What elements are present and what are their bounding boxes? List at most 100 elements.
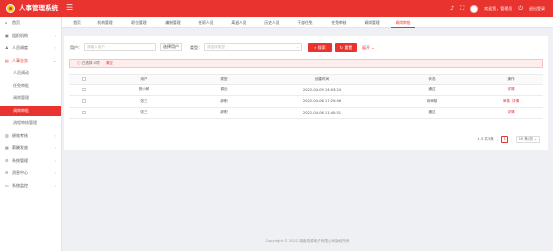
- detail-link[interactable]: 详情: [507, 87, 514, 91]
- sidebar-item-home[interactable]: ⌂ 首页: [0, 18, 61, 29]
- row-select-cell[interactable]: [69, 95, 99, 108]
- sidebar-item-workflow[interactable]: 流程审核管理: [0, 118, 61, 129]
- reset-button[interactable]: ↻ 重置: [335, 42, 357, 52]
- column-header-user: 用户: [99, 74, 189, 85]
- type-select[interactable]: 请选择类型 ⌄: [204, 43, 302, 51]
- review-link[interactable]: 审核: [503, 99, 510, 103]
- page-number-current[interactable]: 1: [501, 136, 509, 143]
- sidebar-item-label: 人员调度: [12, 45, 28, 50]
- table-row: 张三 辞职 2022-04-06 17:29:46 待审核 审核 详情: [69, 95, 543, 108]
- type-select-placeholder: 请选择类型: [207, 45, 225, 49]
- detail-link[interactable]: 详情: [512, 99, 519, 103]
- logout-button[interactable]: 退出登录: [529, 6, 545, 12]
- column-header-status: 状态: [385, 74, 479, 85]
- tab-position-management[interactable]: 职位管理: [128, 17, 150, 28]
- approval-table: 用户 类型 创建时间 状态 操作 测小郎 调出 2022-04-09 14:03…: [69, 74, 543, 119]
- sidebar-item-label: 系统监控: [12, 182, 28, 188]
- welcome-text[interactable]: 欢迎您，管理员: [484, 6, 512, 12]
- chart-icon: ▥: [5, 132, 9, 138]
- search-button-label: 搜索: [317, 44, 326, 50]
- tab-history-staff[interactable]: 历史人员: [261, 17, 283, 28]
- monitor-icon: ▭: [5, 182, 9, 188]
- sidebar-item-label: 消息中心: [12, 170, 28, 175]
- table-row: 测小郎 调出 2022-04-09 14:03:24 通过 详情: [69, 84, 543, 96]
- search-icon: ⌕: [314, 44, 317, 50]
- chevron-right-icon: ›: [54, 46, 56, 50]
- select-user-button[interactable]: 选择用户: [160, 43, 182, 51]
- sidebar-item-appointment-approval[interactable]: 任免审批: [0, 81, 61, 92]
- search-button[interactable]: ⌕ 搜索: [308, 42, 332, 52]
- main-panel: 用户： 请输入用户 选择用户 类型： 请选择类型 ⌄ ⌕ 搜索 ↻ 重置 展开 …: [64, 36, 548, 150]
- message-icon: ✉: [5, 170, 9, 175]
- row-checkbox[interactable]: [82, 99, 86, 103]
- sidebar-item-performance[interactable]: ▥ 绩效考核 ›: [0, 131, 61, 142]
- select-all-checkbox[interactable]: [82, 77, 86, 81]
- table-header-row: 用户 类型 创建时间 状态 操作: [69, 74, 543, 85]
- sidebar-item-label: 绩效考核: [12, 132, 28, 138]
- person-icon: ♟: [5, 45, 9, 50]
- cell-status: 通过: [385, 107, 479, 119]
- pagination-range: 1-3 共3条: [477, 137, 494, 141]
- row-select-cell[interactable]: [69, 84, 99, 96]
- tab-post-management[interactable]: 调岗管理: [361, 17, 383, 28]
- column-header-time: 创建时间: [259, 74, 385, 85]
- sidebar-item-post-approval[interactable]: 调岗审批: [0, 105, 61, 116]
- sidebar-item-hr-business[interactable]: ▤ 人事业务 ⌄: [0, 56, 61, 67]
- user-input[interactable]: 请输入用户: [84, 43, 156, 51]
- user-filter-label: 用户：: [70, 45, 82, 50]
- tab-appointment-review[interactable]: 任免审核: [328, 17, 350, 28]
- fullscreen-icon[interactable]: ⛶: [460, 5, 464, 13]
- sidebar-item-label: 系统管理: [12, 157, 28, 163]
- row-checkbox[interactable]: [82, 87, 86, 91]
- expand-label: 展开: [362, 45, 370, 50]
- selection-alert: ⓘ 已选择 0项 清空: [69, 59, 543, 68]
- sidebar-item-salary[interactable]: ▦ 薪酬发放 ›: [0, 143, 61, 154]
- sidebar-item-dispatch[interactable]: ♟ 人员调度 ›: [0, 43, 61, 54]
- row-select-cell[interactable]: [69, 107, 99, 119]
- chevron-down-icon: ⌄: [371, 45, 375, 50]
- prev-page-icon[interactable]: ‹: [497, 138, 498, 142]
- expand-link[interactable]: 展开 ⌄: [362, 44, 375, 51]
- sidebar-item-label: 组织机构: [12, 32, 28, 38]
- gear-icon: ⚙: [5, 157, 9, 163]
- top-right-tools: ♪ ⛶ 欢迎您，管理员 ⏻ 退出登录: [450, 3, 545, 14]
- menu-toggle-icon[interactable]: ☰: [66, 3, 73, 13]
- pagination: 1-3 共3条 ‹ 1 › 10 条/页 ⌄: [477, 136, 540, 143]
- reset-button-label: 重置: [344, 44, 353, 50]
- tab-retired-staff[interactable]: 离退人员: [228, 17, 250, 28]
- chevron-right-icon: ›: [54, 146, 56, 150]
- logo: [6, 4, 15, 13]
- type-filter-label: 类型：: [190, 45, 202, 50]
- logout-icon[interactable]: ⏻: [518, 5, 523, 13]
- cell-status: 通过: [385, 84, 479, 96]
- chevron-right-icon: ›: [54, 133, 56, 138]
- avatar[interactable]: [470, 4, 479, 13]
- clear-selection-link[interactable]: 清空: [106, 61, 113, 65]
- next-page-icon[interactable]: ›: [511, 138, 512, 142]
- tab-serving-staff[interactable]: 任职人员: [195, 17, 217, 28]
- cell-user: 测小郎: [99, 84, 189, 96]
- chevron-down-icon: ⌄: [296, 45, 299, 49]
- sidebar-item-org[interactable]: ▣ 组织机构 ›: [0, 31, 61, 42]
- business-icon: ▤: [5, 57, 9, 63]
- detail-link[interactable]: 详情: [507, 110, 514, 114]
- sidebar-item-post-management[interactable]: 调岗管理: [0, 93, 61, 104]
- sidebar-item-monitor[interactable]: ▭ 系统监控 ›: [0, 181, 61, 192]
- tab-staffing-management[interactable]: 编制管理: [162, 17, 184, 28]
- sidebar-item-messages[interactable]: ✉ 消息中心 ›: [0, 168, 61, 179]
- page-size-select[interactable]: 10 条/页 ⌄: [515, 136, 540, 143]
- column-header-type: 类型: [189, 74, 259, 85]
- selection-count: 已选择 0项: [81, 61, 100, 65]
- tab-bar: 首页 机构管理 职位管理 编制管理 任职人员 离退人员 历史人员 干部任免 任免…: [62, 17, 553, 28]
- tab-post-approval[interactable]: 调岗审批: [391, 17, 415, 28]
- wallet-icon: ▦: [5, 145, 9, 150]
- sidebar-item-transfer[interactable]: 人员调动: [0, 68, 61, 79]
- select-all-header[interactable]: [69, 74, 99, 85]
- sidebar-item-system[interactable]: ⚙ 系统管理 ›: [0, 156, 61, 167]
- tab-home[interactable]: 首页: [70, 17, 84, 28]
- row-checkbox[interactable]: [82, 110, 86, 114]
- tab-org-management[interactable]: 机构管理: [94, 17, 116, 28]
- tab-cadre-appointment[interactable]: 干部任免: [294, 17, 316, 28]
- sidebar-item-label: 人事业务: [12, 57, 28, 63]
- bell-icon[interactable]: ♪: [450, 5, 454, 13]
